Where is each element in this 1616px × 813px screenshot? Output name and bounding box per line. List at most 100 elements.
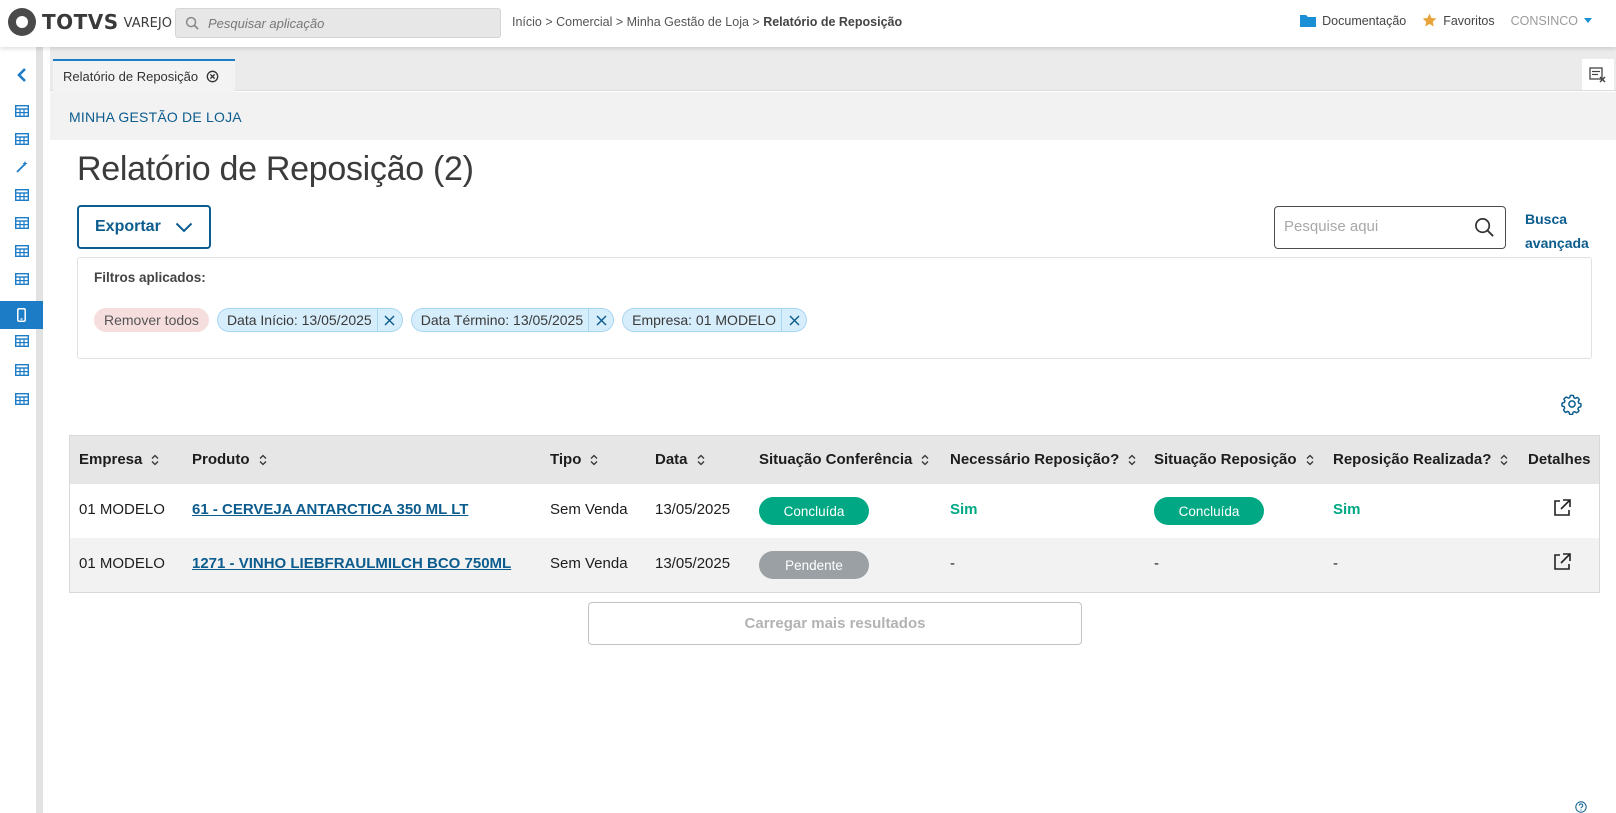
favorites-label: Favoritos (1443, 13, 1495, 28)
product-link[interactable]: 61 - CERVEJA ANTARCTICA 350 ML LT (192, 501, 468, 518)
close-icon[interactable] (206, 70, 219, 83)
filters-panel: Filtros aplicados: Remover todos Data In… (77, 257, 1592, 359)
cell-empresa: 01 MODELO (79, 501, 165, 518)
breadcrumb-path[interactable]: Início > Comercial > Minha Gestão de Loj… (512, 15, 763, 29)
external-link-icon[interactable] (1552, 552, 1572, 572)
top-links: Documentação Favoritos CONSINCO (1300, 13, 1616, 28)
remove-filter-button[interactable] (376, 308, 402, 332)
column-header-empresa[interactable]: Empresa (79, 451, 159, 468)
column-label: Data (655, 451, 688, 468)
column-label: Produto (192, 451, 250, 468)
table-icon (14, 189, 29, 201)
tab-relatorio-reposicao[interactable]: Relatório de Reposição (53, 59, 235, 92)
filter-chip-data-inicio: Data Início: 13/05/2025 (216, 308, 403, 332)
user-menu[interactable]: CONSINCO (1511, 14, 1592, 28)
app-search-input[interactable] (208, 15, 488, 31)
sort-icon (151, 454, 159, 465)
cell-reposicao-realizada: Sim (1333, 501, 1361, 518)
cell-necessario-reposicao: Sim (950, 501, 978, 518)
sidebar-item-mobile[interactable] (0, 301, 43, 329)
top-bar: TOTVS VAREJO Início > Comercial > Minha … (0, 0, 1616, 47)
column-header-produto[interactable]: Produto (192, 451, 267, 468)
filter-chip-label: Data Término: 13/05/2025 (420, 312, 584, 328)
sidebar (0, 47, 43, 813)
sidebar-item-report-9[interactable] (0, 385, 43, 413)
advanced-search-link[interactable]: Busca avançada (1525, 207, 1589, 255)
help-icon[interactable] (1575, 801, 1587, 813)
cell-necessario-reposicao: - (950, 555, 955, 572)
chevron-down-icon (175, 222, 193, 232)
sort-icon (921, 454, 929, 465)
filters-label: Filtros aplicados: (94, 270, 206, 285)
remove-filter-button[interactable] (781, 308, 806, 332)
brand-product: VAREJO (123, 16, 172, 31)
status-badge: Concluída (1154, 497, 1264, 525)
folder-icon (1300, 15, 1317, 27)
sidebar-item-report-4[interactable] (0, 209, 43, 237)
cell-data: 13/05/2025 (655, 501, 731, 518)
sidebar-collapse-button[interactable] (0, 61, 43, 89)
sidebar-item-report-1[interactable] (0, 97, 43, 125)
tab-strip: Relatório de Reposição (50, 47, 1616, 92)
load-more-button[interactable]: Carregar mais resultados (588, 602, 1082, 645)
table-icon (14, 217, 29, 229)
close-icon (789, 315, 800, 325)
external-link-icon[interactable] (1552, 498, 1572, 518)
sort-icon (1128, 454, 1136, 465)
column-label: Tipo (550, 451, 582, 468)
cell-empresa: 01 MODELO (79, 555, 165, 572)
column-header-situacao-reposicao[interactable]: Situação Reposição (1154, 451, 1314, 468)
remove-filter-button[interactable] (588, 308, 613, 332)
sidebar-item-report-5[interactable] (0, 237, 43, 265)
product-link[interactable]: 1271 - VINHO LIEBFRAULMILCH BCO 750ML (192, 555, 511, 572)
sidebar-item-report-7[interactable] (0, 327, 43, 355)
column-header-tipo[interactable]: Tipo (550, 451, 598, 468)
column-header-reposicao-realizada[interactable]: Reposição Realizada? (1333, 451, 1508, 468)
search-input[interactable] (1284, 218, 1464, 235)
search-icon[interactable] (1474, 217, 1495, 238)
export-button[interactable]: Exportar (77, 205, 211, 249)
table-icon (14, 273, 29, 285)
table-row: 01 MODELO 61 - CERVEJA ANTARCTICA 350 ML… (70, 484, 1599, 538)
sidebar-item-report-3[interactable] (0, 181, 43, 209)
close-icon (596, 315, 607, 325)
filter-chip-empresa: Empresa: 01 MODELO (622, 308, 808, 332)
breadcrumb: Início > Comercial > Minha Gestão de Loj… (512, 15, 902, 29)
status-badge: Pendente (759, 551, 869, 579)
sidebar-item-report-2[interactable] (0, 125, 43, 153)
column-label: Reposição Realizada? (1333, 451, 1492, 468)
table-icon (14, 364, 29, 376)
gear-icon[interactable] (1561, 393, 1583, 415)
sort-icon (259, 454, 266, 465)
section-header: MINHA GESTÃO DE LOJA (50, 92, 1616, 140)
wand-icon (15, 161, 27, 173)
close-all-tabs-button[interactable] (1582, 59, 1614, 90)
favorites-link[interactable]: Favoritos (1422, 13, 1495, 28)
documentation-link[interactable]: Documentação (1300, 14, 1406, 28)
logo-mark-icon (8, 8, 36, 36)
section-title: MINHA GESTÃO DE LOJA (69, 109, 242, 125)
tab-label: Relatório de Reposição (63, 69, 199, 84)
column-header-detalhes: Detalhes (1528, 451, 1591, 468)
sidebar-item-tools[interactable] (0, 153, 43, 181)
brand-logo[interactable]: TOTVS VAREJO (8, 8, 172, 36)
remove-all-label: Remover todos (104, 312, 199, 328)
column-header-necessario-reposicao[interactable]: Necessário Reposição? (950, 451, 1136, 468)
cell-reposicao-realizada: - (1333, 555, 1338, 572)
column-header-situacao-conferencia[interactable]: Situação Conferência (759, 451, 929, 468)
sidebar-item-report-8[interactable] (0, 356, 43, 384)
sidebar-item-report-6[interactable] (0, 265, 43, 293)
page-title: Relatório de Reposição (2) (77, 150, 474, 188)
chevron-left-icon (16, 68, 26, 82)
column-label: Detalhes (1528, 451, 1591, 468)
brand-name: TOTVS (42, 10, 119, 34)
app-search[interactable] (175, 8, 501, 38)
sort-icon (1500, 454, 1508, 465)
user-name: CONSINCO (1510, 13, 1578, 28)
table-icon (14, 245, 29, 257)
column-header-data[interactable]: Data (655, 451, 705, 468)
sort-icon (590, 454, 598, 465)
remove-all-filters-button[interactable]: Remover todos (94, 308, 209, 332)
filter-chip-data-termino: Data Término: 13/05/2025 (410, 308, 615, 332)
filter-chip-label: Empresa: 01 MODELO (632, 312, 777, 328)
